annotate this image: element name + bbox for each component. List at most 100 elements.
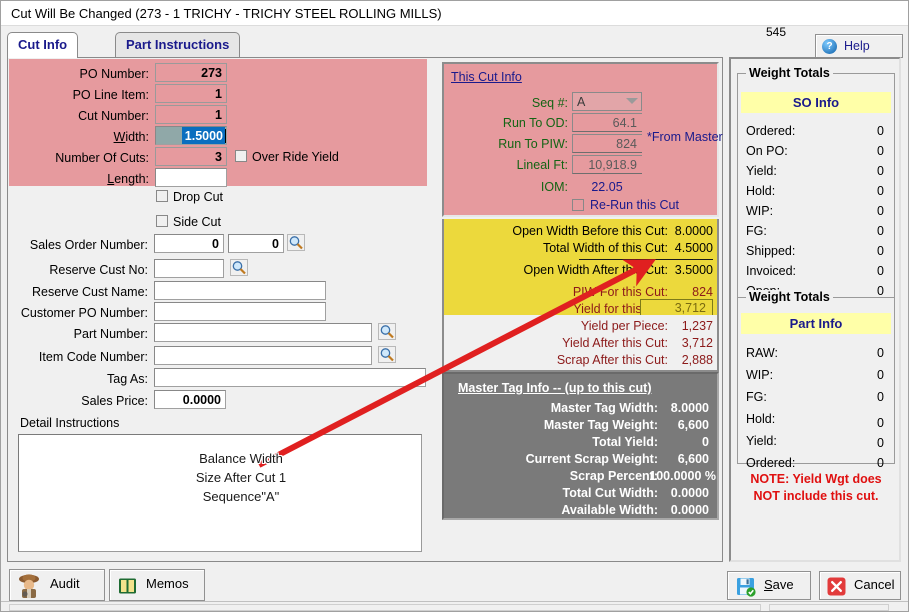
audit-button[interactable]: Audit	[9, 569, 105, 601]
label-po-number: PO Number:	[79, 67, 149, 81]
cancel-button-label: Cancel	[854, 577, 895, 592]
part-row-hold-value: 0	[877, 416, 884, 430]
reserve-cust-no-input[interactable]	[154, 259, 224, 278]
save-button-label: Save	[764, 577, 794, 592]
part-row-raw-value: 0	[877, 346, 884, 360]
yield-scrap-panel: Yield per Piece: 1,237 Yield After this …	[442, 315, 719, 372]
chevron-down-icon	[626, 98, 638, 104]
customer-po-number-input[interactable]	[154, 302, 326, 321]
part-number-input[interactable]	[154, 323, 372, 342]
sales-order-number-input-2[interactable]: 0	[228, 234, 284, 253]
part-info-group: Weight Totals Part Info RAW: 0 WIP: 0 FG…	[737, 290, 895, 470]
label-scrap-percent: Scrap Percent:	[569, 469, 658, 483]
label-yield-per-piece: Yield per Piece:	[580, 319, 668, 333]
label-sales-order-number: Sales Order Number:	[29, 238, 148, 252]
this-cut-info-header: This Cut Info	[451, 70, 522, 84]
value-yield-per-piece: 1,237	[681, 319, 713, 333]
save-button[interactable]: Save	[727, 571, 811, 600]
rerun-this-cut-checkbox[interactable]	[572, 199, 584, 211]
annotation-line-2: Size After Cut 1	[195, 470, 287, 485]
label-iom: IOM:	[540, 180, 568, 194]
master-tag-info-panel: Master Tag Info -- (up to this cut) Mast…	[442, 372, 719, 520]
label-master-tag-weight: Master Tag Weight:	[543, 418, 658, 432]
label-current-scrap-weight: Current Scrap Weight:	[525, 452, 658, 466]
so-row-hold-value: 0	[877, 184, 884, 198]
label-sales-price: Sales Price:	[81, 394, 148, 408]
so-row-wip-value: 0	[877, 204, 884, 218]
annotation-line-3: Sequence"A"	[202, 489, 280, 504]
so-row-on-po-value: 0	[877, 144, 884, 158]
part-row-fg-value: 0	[877, 390, 884, 404]
length-input[interactable]	[155, 168, 227, 187]
so-row-shipped-value: 0	[877, 244, 884, 258]
sales-price-input[interactable]: 0.0000	[154, 390, 226, 409]
help-button[interactable]: ? Help	[815, 34, 903, 58]
part-number-lookup-icon[interactable]	[378, 323, 396, 340]
sales-order-lookup-icon[interactable]	[287, 234, 305, 251]
label-reserve-cust-no: Reserve Cust No:	[49, 263, 148, 277]
part-row-ordered-label: Ordered:	[746, 456, 796, 470]
cut-number-input[interactable]: 1	[155, 105, 227, 124]
item-code-lookup-icon[interactable]	[378, 346, 396, 363]
lineal-ft-value: 10,918.9	[572, 155, 642, 174]
drop-cut-checkbox[interactable]	[156, 190, 168, 202]
note-line-1: NOTE: Yield Wgt does	[750, 472, 882, 486]
po-number-input[interactable]: 273	[155, 63, 227, 82]
part-row-raw-label: RAW:	[746, 346, 778, 360]
label-customer-po-number: Customer PO Number:	[20, 306, 148, 320]
label-part-number: Part Number:	[73, 327, 148, 341]
part-row-yield-value: 0	[877, 436, 884, 450]
label-available-width: Available Width:	[561, 503, 658, 517]
so-row-yield-value: 0	[877, 164, 884, 178]
po-line-item-input[interactable]: 1	[155, 84, 227, 103]
label-total-cut-width: Total Cut Width:	[562, 486, 658, 500]
label-width: Width:	[113, 130, 149, 144]
label-item-code-number: Item Code Number:	[38, 350, 148, 364]
sales-order-number-input-1[interactable]: 0	[154, 234, 224, 253]
tab-part-instructions[interactable]: Part Instructions	[115, 32, 241, 57]
over-ride-yield-checkbox[interactable]	[235, 150, 247, 162]
label-cut-number: Cut Number:	[78, 109, 149, 123]
run-to-piw-value: 824	[572, 134, 642, 153]
cut-basic-fields-group: PO Number: PO Line Item: Cut Number: Wid…	[9, 59, 427, 187]
width-input[interactable]: 1.5000	[155, 126, 227, 145]
yield-weight-note: NOTE: Yield Wgt does NOT include this cu…	[737, 471, 895, 505]
label-length: Length:	[107, 172, 149, 186]
so-row-fg-value: 0	[877, 224, 884, 238]
label-po-line-item: PO Line Item:	[72, 88, 149, 102]
value-open-width-after: 3.5000	[674, 263, 713, 277]
tab-cut-info[interactable]: Cut Info	[7, 32, 79, 58]
part-row-fg-label: FG:	[746, 390, 767, 404]
so-row-invoiced-value: 0	[877, 264, 884, 278]
label-total-width-of-cut: Total Width of this Cut:	[542, 241, 668, 255]
reserve-cust-name-input[interactable]	[154, 281, 326, 300]
label-tag-as: Tag As:	[107, 372, 148, 386]
so-row-on-po-label: On PO:	[746, 144, 788, 158]
cancel-button[interactable]: Cancel	[819, 571, 901, 600]
reserve-cust-lookup-icon[interactable]	[230, 259, 248, 276]
item-code-number-input[interactable]	[154, 346, 372, 365]
so-info-group: Weight Totals SO Info Ordered: 0 On PO: …	[737, 66, 895, 317]
label-open-width-after: Open Width After this Cut:	[523, 263, 668, 277]
part-info-group-title: Weight Totals	[746, 290, 833, 304]
label-lineal-ft: Lineal Ft:	[516, 158, 568, 172]
from-master-note: *From Master	[647, 130, 723, 144]
value-total-cut-width: 0.0000	[670, 486, 709, 500]
seq-number-dropdown[interactable]: A	[572, 92, 642, 111]
detail-instructions-label: Detail Instructions	[20, 416, 120, 430]
number-of-cuts-input[interactable]: 3	[155, 147, 227, 166]
side-cut-checkbox[interactable]	[156, 215, 168, 227]
tag-as-input[interactable]	[154, 368, 426, 387]
so-row-invoiced-label: Invoiced:	[746, 264, 797, 278]
so-row-fg-label: FG:	[746, 224, 767, 238]
iom-value: 22.05	[591, 180, 623, 194]
label-master-tag-width: Master Tag Width:	[550, 401, 658, 415]
cut-change-dialog: Cut Will Be Changed (273 - 1 TRICHY - TR…	[0, 0, 909, 612]
value-scrap-percent: 100.0000 %	[649, 469, 716, 483]
part-info-header: Part Info	[741, 313, 891, 334]
run-to-od-value: 64.1	[572, 113, 642, 132]
label-reserve-cust-name: Reserve Cust Name:	[31, 285, 148, 299]
label-piw-for-this-cut: PIW For this Cut:	[572, 285, 668, 299]
memos-button[interactable]: Memos	[109, 569, 205, 601]
seq-number-value: A	[577, 95, 586, 109]
